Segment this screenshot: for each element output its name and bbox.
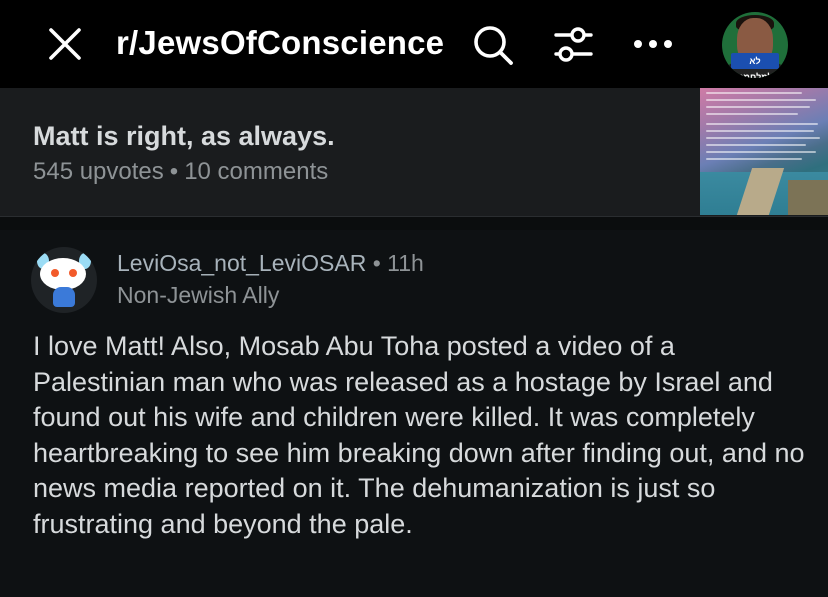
post-card[interactable]: Matt is right, as always. 545 upvotes • 10… [0,88,828,216]
thumb-text-line [706,158,802,160]
user-avatar[interactable]: לא למלחמה [722,12,788,78]
avatar-eye [69,269,77,277]
thumb-text-line [706,151,816,153]
comment-username[interactable]: LeviOsa_not_LeviOSAR [117,250,366,276]
avatar-head [40,258,86,290]
meta-separator: • [169,158,179,185]
comment-age: 11h [387,250,424,276]
post-comments-count: 10 comments [184,158,329,185]
thumb-land [788,180,828,215]
post-upvotes: 545 upvotes [33,158,164,185]
section-divider [0,216,828,230]
more-icon [634,40,672,48]
filter-icon [554,27,593,62]
top-bar: r/JewsOfConscience לא למלחמה [0,0,828,88]
commenter-avatar[interactable] [31,247,97,313]
user-flair: Non-Jewish Ally [117,282,280,308]
comment-header: LeviOsa_not_LeviOSAR • 11h [117,250,424,277]
close-button[interactable] [40,22,90,66]
thumb-text-line [706,130,814,132]
search-button[interactable] [466,20,520,70]
thumb-text-line [706,106,810,108]
post-thumbnail[interactable] [700,88,828,215]
comment-body: I love Matt! Also, Mosab Abu Toha posted… [33,331,805,539]
post-title: Matt is right, as always. [33,121,335,151]
avatar-banner-text: לא למלחמה [731,53,779,78]
post-meta: 545 upvotes • 10 comments [33,158,328,186]
more-options-button[interactable] [626,22,680,66]
search-icon [474,26,513,65]
thumb-text-line [706,92,802,94]
avatar-body [53,287,75,307]
close-icon [49,28,81,60]
comment[interactable]: LeviOsa_not_LeviOSAR • 11h Non-Jewish Al… [0,230,828,597]
thumb-text-line [706,113,798,115]
avatar-eye [51,269,59,277]
thumb-text-line [706,137,820,139]
filter-button[interactable] [546,20,600,70]
comment-separator: • [372,250,381,276]
thumb-text-line [706,123,818,125]
thumb-text-line [706,144,806,146]
subreddit-title[interactable]: r/JewsOfConscience [116,24,444,62]
thumb-text-line [706,99,816,101]
